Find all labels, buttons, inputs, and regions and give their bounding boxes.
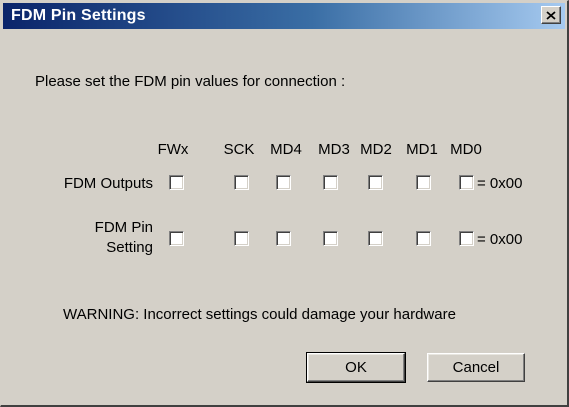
checkbox-pin-md1[interactable]: [416, 231, 431, 246]
instruction-text: Please set the FDM pin values for connec…: [35, 73, 346, 90]
checkbox-outputs-sck[interactable]: [234, 175, 249, 190]
checkbox-pin-sck[interactable]: [234, 231, 249, 246]
close-button[interactable]: [541, 6, 561, 24]
title-bar[interactable]: FDM Pin Settings: [3, 3, 565, 29]
checkbox-pin-md0[interactable]: [459, 231, 474, 246]
outputs-hex-value: = 0x00: [477, 175, 523, 192]
checkbox-pin-md2[interactable]: [368, 231, 383, 246]
column-header-fwx: FWx: [157, 141, 189, 158]
checkbox-outputs-md2[interactable]: [368, 175, 383, 190]
checkbox-outputs-md0[interactable]: [459, 175, 474, 190]
checkbox-outputs-md4[interactable]: [276, 175, 291, 190]
column-header-md0: MD0: [450, 141, 482, 158]
column-header-md1: MD1: [406, 141, 438, 158]
checkbox-pin-md3[interactable]: [323, 231, 338, 246]
checkbox-outputs-fwx[interactable]: [169, 175, 184, 190]
row-label-fdm-pin-line1: FDM Pin: [94, 219, 153, 236]
column-header-md3: MD3: [318, 141, 350, 158]
column-header-md4: MD4: [270, 141, 302, 158]
checkbox-pin-fwx[interactable]: [169, 231, 184, 246]
pin-setting-hex-value: = 0x00: [477, 231, 523, 248]
close-icon: [546, 10, 556, 20]
row-label-fdm-pin-line2: Setting: [106, 239, 153, 256]
column-header-md2: MD2: [360, 141, 392, 158]
dialog-window: FDM Pin Settings Please set the FDM pin …: [0, 0, 569, 407]
cancel-button[interactable]: Cancel: [427, 353, 525, 382]
column-header-sck: SCK: [223, 141, 255, 158]
ok-button[interactable]: OK: [306, 352, 406, 383]
checkbox-outputs-md3[interactable]: [323, 175, 338, 190]
window-title: FDM Pin Settings: [11, 7, 146, 24]
checkbox-outputs-md1[interactable]: [416, 175, 431, 190]
warning-text: WARNING: Incorrect settings could damage…: [63, 306, 456, 323]
row-label-fdm-outputs: FDM Outputs: [63, 175, 153, 192]
checkbox-pin-md4[interactable]: [276, 231, 291, 246]
